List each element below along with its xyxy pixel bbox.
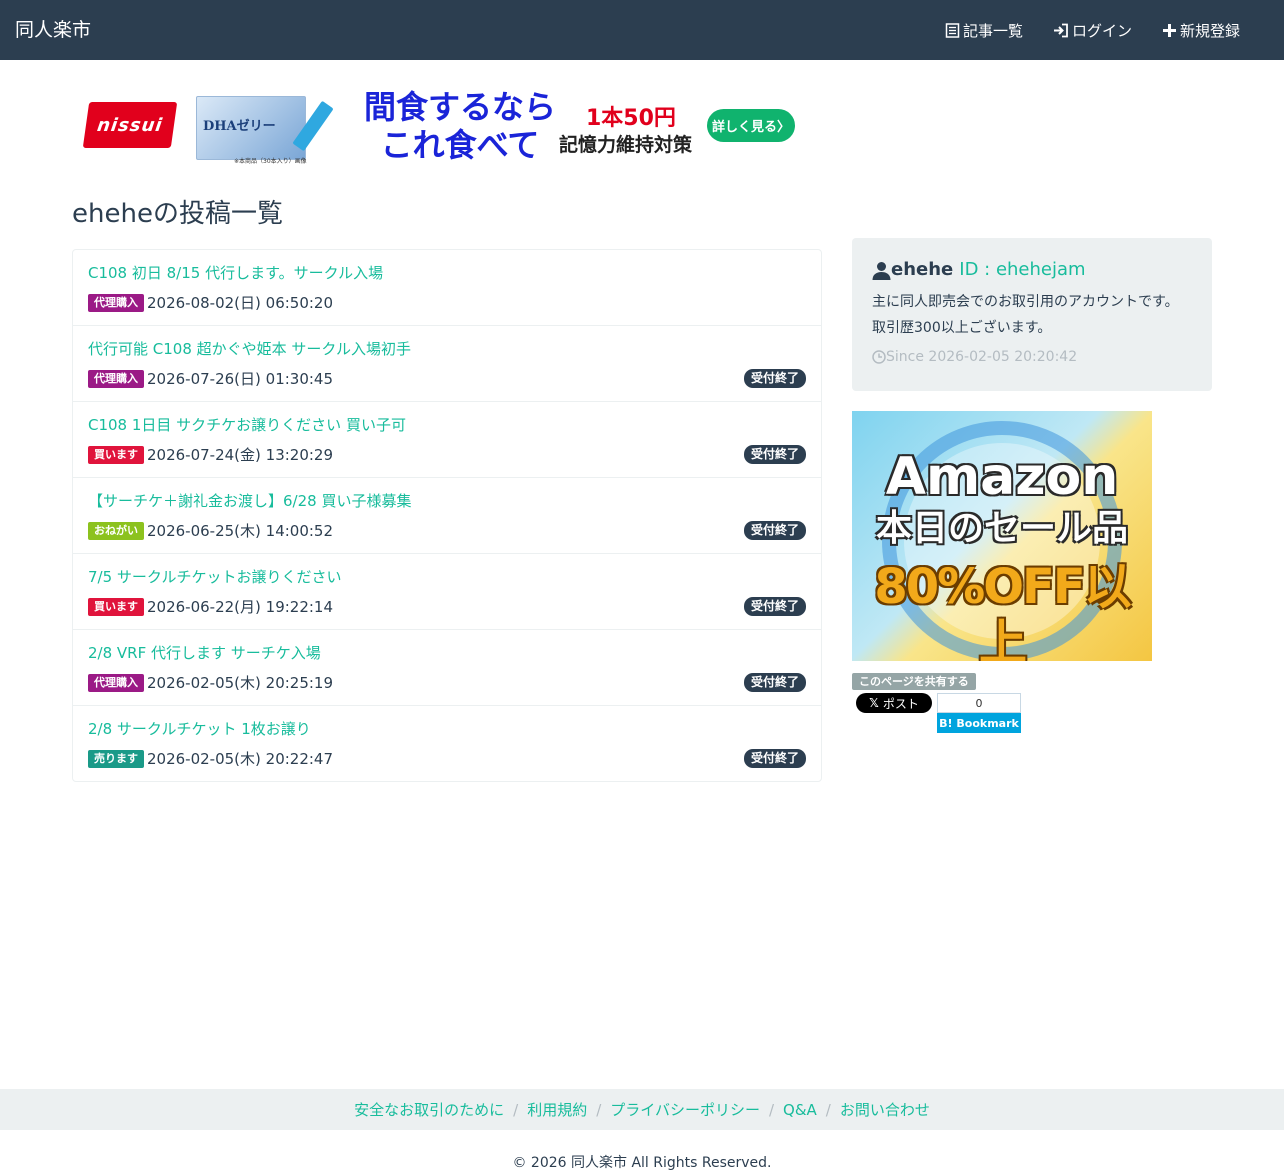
status-badge: 受付終了 (743, 673, 806, 692)
post-title-link[interactable]: 2/8 VRF 代行します サーチケ入場 (88, 642, 321, 664)
brand-link[interactable]: 同人楽市 (15, 17, 91, 43)
post-date: 2026-07-24(金) 13:20:29 (147, 446, 334, 464)
ad-price: 1本50円 (586, 106, 676, 131)
footer-link-qa[interactable]: Q&A (783, 1101, 817, 1119)
post-meta: 代理購入 2026-02-05(木) 20:25:19 (88, 673, 333, 693)
list-item: 7/5 サークルチケットお譲りください 買います 2026-06-22(月) 1… (73, 553, 821, 629)
user-icon (872, 261, 891, 280)
status-badge: 受付終了 (743, 369, 806, 388)
profile-since: Since 2026-02-05 20:20:42 (872, 349, 1192, 365)
category-tag: 買います (88, 598, 144, 616)
status-badge: 受付終了 (743, 597, 806, 616)
post-meta: 代理購入 2026-07-26(日) 01:30:45 (88, 369, 333, 389)
login-icon (1053, 23, 1068, 37)
post-meta: 買います 2026-06-22(月) 19:22:14 (88, 597, 333, 617)
amazon-ad-line1: Amazon (885, 447, 1119, 507)
list-item: 代行可能 C108 超かぐや姫本 サークル入場初手 代理購入 2026-07-2… (73, 325, 821, 401)
category-tag: 代理購入 (88, 294, 144, 312)
list-item: C108 初日 8/15 代行します。サークル入場 代理購入 2026-08-0… (73, 250, 821, 325)
post-title-link[interactable]: C108 1日目 サクチケお譲りください 買い子可 (88, 414, 406, 436)
amazon-sale-ad[interactable]: Amazon 本日のセール品 80%OFF以上 (852, 411, 1152, 661)
nav-menu: 記事一覧 ログイン 新規登録 (915, 0, 1240, 60)
nav-login-link[interactable]: ログイン (1053, 20, 1132, 41)
amazon-ad-line3: 80%OFF以上 (874, 559, 1131, 661)
category-tag: おねがい (88, 522, 144, 540)
post-meta: 代理購入 2026-08-02(日) 06:50:20 (88, 293, 333, 313)
page-title: eheheの投稿一覧 (72, 199, 283, 229)
x-post-button[interactable]: 𝕏 ポスト (856, 693, 932, 713)
footer-separator: / (768, 1100, 775, 1119)
post-date: 2026-06-25(木) 14:00:52 (147, 522, 334, 540)
category-tag: 代理購入 (88, 370, 144, 388)
footer-separator: / (825, 1100, 831, 1119)
hatena-count: 0 (937, 693, 1021, 713)
post-meta: おねがい 2026-06-25(木) 14:00:52 (88, 521, 333, 541)
post-date: 2026-02-05(木) 20:25:19 (147, 674, 334, 692)
post-title-link[interactable]: 7/5 サークルチケットお譲りください (88, 566, 341, 588)
profile-since-text: Since 2026-02-05 20:20:42 (886, 349, 1078, 365)
footer-link-safety[interactable]: 安全なお取引のために (354, 1099, 504, 1120)
status-badge: 受付終了 (743, 445, 806, 464)
amazon-ad-line2: 本日のセール品 (875, 508, 1128, 549)
share-label: このページを共有する (852, 673, 976, 690)
clock-icon (872, 350, 886, 364)
post-date: 2026-02-05(木) 20:22:47 (147, 750, 334, 768)
list-item: C108 1日目 サクチケお譲りください 買い子可 買います 2026-07-2… (73, 401, 821, 477)
category-tag: 買います (88, 446, 144, 464)
profile-id: ID : ehehejam (959, 259, 1086, 280)
post-date: 2026-07-26(日) 01:30:45 (147, 370, 334, 388)
copyright: © 2026 同人楽市 All Rights Reserved. (512, 1155, 772, 1171)
category-tag: 代理購入 (88, 674, 144, 692)
footer-link-terms[interactable]: 利用規約 (527, 1099, 587, 1120)
nav-register-link[interactable]: 新規登録 (1162, 20, 1240, 41)
ad-details-button[interactable]: 詳しく見る〉 (707, 109, 795, 142)
nav-articles-label: 記事一覧 (962, 21, 1023, 40)
hatena-bookmark-button[interactable]: B! Bookmark (937, 713, 1021, 733)
ad-banner[interactable]: nissui DHAゼリー ※本商品（30本入り）画像 間食するなら これ食べて… (80, 88, 800, 166)
status-badge: 受付終了 (743, 749, 806, 768)
post-date: 2026-06-22(月) 19:22:14 (147, 598, 334, 616)
list-item: 2/8 サークルチケット 1枚お譲り 売ります 2026-02-05(木) 20… (73, 705, 821, 781)
product-note: ※本商品（30本入り）画像 (234, 158, 307, 165)
list-icon (945, 22, 960, 38)
product-name: DHAゼリー (203, 119, 276, 134)
x-logo-icon: 𝕏 (869, 696, 879, 710)
footer-separator: / (596, 1100, 602, 1119)
footer-links: 安全なお取引のために / 利用規約 / プライバシーポリシー / Q&A / お… (0, 1089, 1284, 1130)
post-meta: 買います 2026-07-24(金) 13:20:29 (88, 445, 333, 465)
x-post-label: ポスト (882, 696, 919, 711)
category-tag: 売ります (88, 750, 144, 768)
footer-separator: / (513, 1100, 519, 1119)
profile-header: ehehe ID : ehehejam (872, 257, 1192, 283)
profile-description: 主に同人即売会でのお取引用のアカウントです。取引歴300以上ございます。 (872, 294, 1179, 336)
navbar: 同人楽市 記事一覧 ログイン 新規登録 (0, 0, 1284, 60)
profile-name: ehehe (891, 259, 954, 280)
nissui-logo: nissui (82, 102, 178, 148)
list-item: 【サーチケ＋謝礼金お渡し】6/28 買い子様募集 おねがい 2026-06-25… (73, 477, 821, 553)
ad-subtext: 記憶力維持対策 (559, 134, 693, 156)
nav-login-label: ログイン (1071, 21, 1132, 40)
list-item: 2/8 VRF 代行します サーチケ入場 代理購入 2026-02-05(木) … (73, 629, 821, 705)
plus-icon (1162, 23, 1176, 37)
post-title-link[interactable]: 2/8 サークルチケット 1枚お譲り (88, 718, 311, 740)
post-title-link[interactable]: C108 初日 8/15 代行します。サークル入場 (88, 262, 383, 284)
post-title-link[interactable]: 代行可能 C108 超かぐや姫本 サークル入場初手 (88, 338, 411, 360)
post-date: 2026-08-02(日) 06:50:20 (147, 294, 334, 312)
post-title-link[interactable]: 【サーチケ＋謝礼金お渡し】6/28 買い子様募集 (88, 490, 411, 512)
footer-link-privacy[interactable]: プライバシーポリシー (610, 1099, 760, 1120)
status-badge: 受付終了 (743, 521, 806, 540)
post-meta: 売ります 2026-02-05(木) 20:22:47 (88, 749, 333, 769)
profile-card: ehehe ID : ehehejam 主に同人即売会でのお取引用のアカウントで… (852, 238, 1212, 391)
product-package-image: DHAゼリー (196, 96, 306, 160)
post-list: C108 初日 8/15 代行します。サークル入場 代理購入 2026-08-0… (72, 249, 822, 782)
footer-link-contact[interactable]: お問い合わせ (840, 1099, 930, 1120)
nav-register-label: 新規登録 (1179, 21, 1240, 40)
nav-articles-link[interactable]: 記事一覧 (945, 20, 1023, 41)
ad-headline: 間食するなら これ食べて (363, 88, 556, 164)
hatena-bookmark-widget[interactable]: 0 B! Bookmark (937, 693, 1021, 733)
